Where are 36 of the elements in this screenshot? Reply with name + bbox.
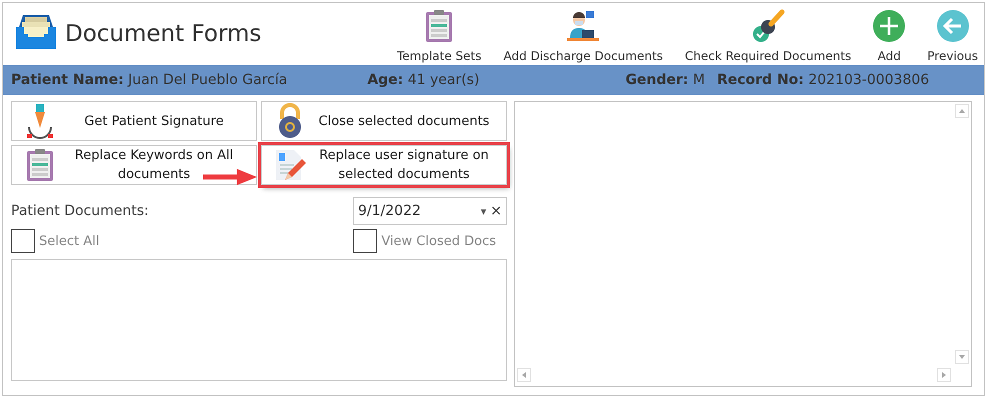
action-button[interactable]: Replace user signature on selected documents bbox=[261, 145, 507, 185]
toolbar-button[interactable]: Add Discharge Documents bbox=[500, 7, 667, 65]
scroll-left-icon[interactable] bbox=[517, 368, 531, 382]
clipboard-icon bbox=[26, 148, 54, 182]
patient-field: Patient Name: Juan Del Pueblo García bbox=[11, 72, 288, 88]
toolbar-button[interactable]: Template Sets bbox=[392, 7, 486, 65]
dropdown-icon[interactable]: ▾ bbox=[480, 204, 486, 218]
document-pencil-icon bbox=[273, 148, 307, 182]
action-button[interactable]: Close selected documents bbox=[261, 101, 507, 141]
checkbox-label: Select All bbox=[39, 234, 100, 248]
clipboard-icon bbox=[425, 9, 454, 43]
stamp-icon bbox=[751, 9, 786, 43]
padlock-icon bbox=[276, 103, 304, 139]
checkbox[interactable] bbox=[11, 229, 35, 253]
patient-field: Age: 41 year(s) bbox=[367, 72, 480, 88]
nurse-desk-icon bbox=[566, 10, 600, 42]
toolbar-button[interactable]: Check Required Documents bbox=[680, 7, 856, 65]
scroll-up-icon[interactable] bbox=[955, 104, 969, 118]
toolbar-button[interactable]: Add bbox=[869, 7, 910, 65]
add-icon bbox=[873, 10, 906, 42]
scroll-right-icon[interactable] bbox=[937, 368, 951, 382]
section-label: Patient Documents: bbox=[11, 203, 149, 219]
clear-icon[interactable]: × bbox=[490, 203, 502, 219]
window-title: Document Forms bbox=[65, 21, 262, 47]
action-button[interactable]: Replace Keywords on All documents bbox=[11, 145, 257, 185]
document-list[interactable] bbox=[11, 259, 507, 381]
patient-field: Record No: 202103-0003806 bbox=[716, 72, 930, 88]
scroll-down-icon[interactable] bbox=[955, 350, 969, 364]
pen-nib-icon bbox=[26, 103, 54, 139]
patient-field: Gender: M bbox=[625, 72, 705, 88]
toolbar-button[interactable]: Previous bbox=[923, 7, 982, 65]
date-field[interactable]: 9/1/2022 ▾ × bbox=[353, 197, 507, 225]
inbox-tray-icon bbox=[15, 13, 57, 51]
checkbox[interactable] bbox=[353, 229, 378, 253]
action-button[interactable]: Get Patient Signature bbox=[11, 101, 257, 141]
checkbox-label: View Closed Docs bbox=[381, 234, 496, 248]
